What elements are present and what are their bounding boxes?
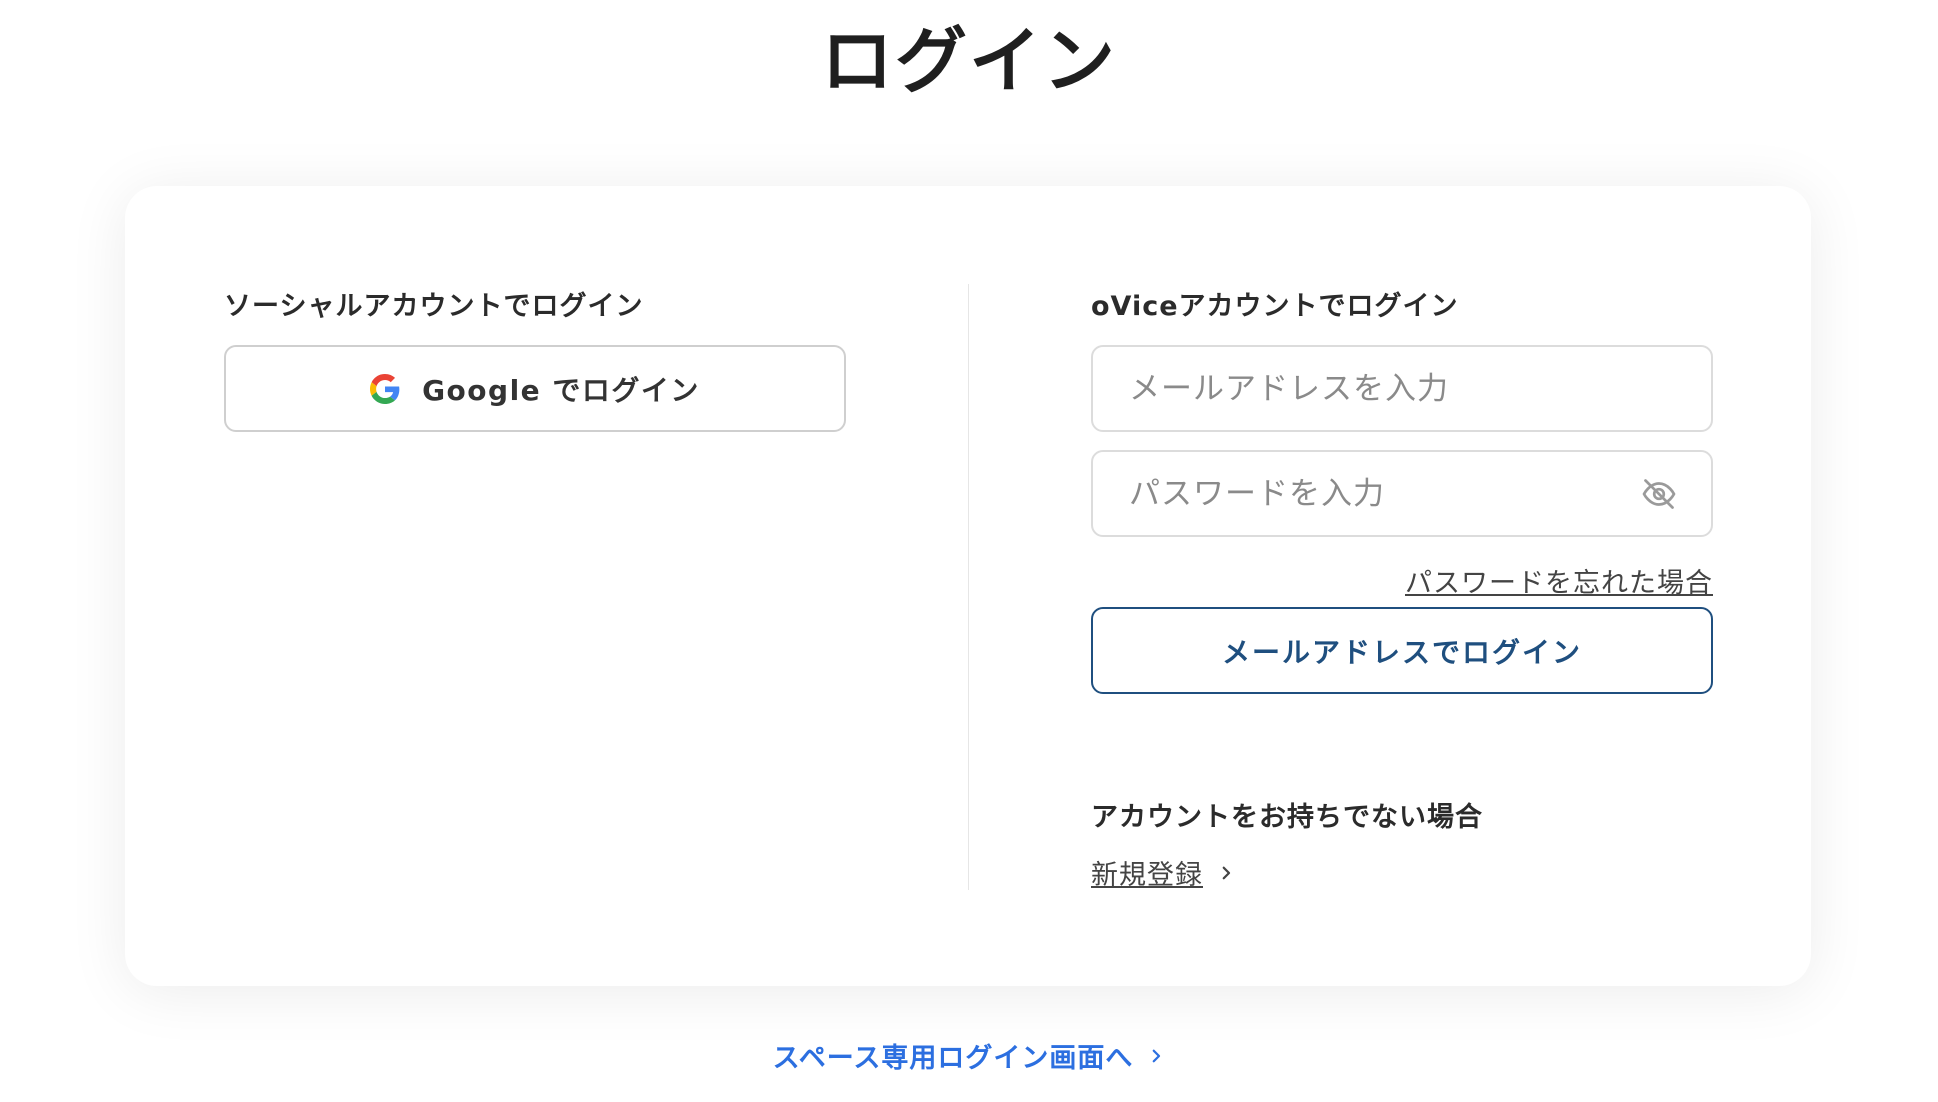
space-login-label: スペース専用ログイン画面へ (772, 1043, 1134, 1074)
chevron-right-icon (1147, 1047, 1165, 1065)
register-link-label: 新規登録 (1091, 860, 1203, 891)
password-field[interactable] (1091, 450, 1713, 537)
email-input[interactable] (1127, 369, 1677, 408)
chevron-right-icon (1217, 864, 1235, 882)
column-divider (968, 284, 969, 890)
space-login-link[interactable]: スペース専用ログイン画面へ (0, 1036, 1938, 1075)
ovice-login-heading: oViceアカウントでログイン (1091, 291, 1459, 322)
no-account-heading: アカウントをお持ちでない場合 (1091, 802, 1483, 833)
page-title: ログイン (820, 19, 1117, 103)
eye-off-icon[interactable] (1641, 476, 1677, 512)
login-page: ログイン ソーシャルアカウントでログイン Google でログイン oViceア… (0, 0, 1938, 1102)
google-login-button[interactable]: Google でログイン (224, 345, 846, 432)
google-logo-icon (370, 373, 400, 404)
password-input[interactable] (1127, 474, 1641, 513)
email-login-button[interactable]: メールアドレスでログイン (1091, 607, 1713, 694)
email-field[interactable] (1091, 345, 1713, 432)
register-link[interactable]: 新規登録 (1091, 853, 1235, 892)
forgot-password-link[interactable]: パスワードを忘れた場合 (1405, 561, 1713, 600)
google-login-label: Google でログイン (422, 373, 700, 407)
social-login-heading: ソーシャルアカウントでログイン (224, 291, 644, 322)
